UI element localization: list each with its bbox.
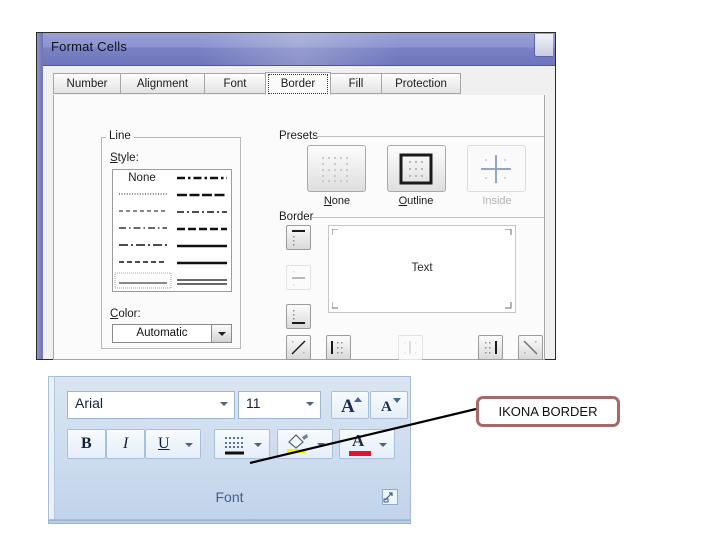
color-label: Color: — [110, 308, 141, 320]
border-left-button[interactable] — [326, 335, 351, 360]
tab-font[interactable]: Font — [204, 73, 266, 94]
close-icon[interactable] — [534, 34, 553, 57]
preview-corner-bl-icon — [332, 302, 338, 309]
chevron-down-icon[interactable] — [254, 443, 262, 447]
border-diagonal-down-icon — [523, 340, 538, 355]
border-right-button[interactable] — [478, 335, 503, 360]
format-cells-dialog: Format Cells Number Alignment Font Border Fi… — [36, 32, 556, 360]
border-middle-vertical-icon — [404, 341, 417, 354]
preset-outline-label: Outline — [398, 195, 434, 207]
font-color-button[interactable]: A — [339, 429, 395, 459]
bold-icon: B — [81, 435, 92, 452]
border-bottom-icon — [292, 310, 305, 324]
border-left-icon — [331, 341, 343, 354]
ribbon-bottom-rule — [48, 520, 411, 524]
border-preview[interactable]: Text — [328, 225, 516, 313]
borders-button[interactable] — [214, 429, 270, 459]
preset-none-label: None — [323, 195, 351, 207]
shrink-font-button[interactable]: A — [370, 391, 408, 419]
chevron-down-icon[interactable] — [211, 325, 231, 342]
chevron-down-icon[interactable] — [220, 402, 228, 406]
border-divider — [312, 217, 544, 218]
presets-divider — [316, 136, 544, 137]
underline-icon: U — [158, 435, 170, 452]
border-diagonal-up-button[interactable] — [286, 335, 311, 360]
chevron-down-icon[interactable] — [185, 443, 193, 447]
title-bar-sheen — [196, 33, 402, 65]
underline-button[interactable]: U — [145, 429, 201, 459]
chevron-down-icon[interactable] — [306, 402, 314, 406]
line-style-swatches — [114, 176, 227, 289]
chevron-down-icon[interactable] — [379, 443, 387, 447]
tab-protection[interactable]: Protection — [381, 73, 461, 94]
shrink-font-icon: A — [381, 399, 392, 415]
preset-outline-icon — [399, 153, 433, 185]
borders-icon — [225, 437, 244, 455]
tab-label: Border — [268, 74, 328, 94]
line-style-list[interactable]: None — [112, 169, 232, 292]
border-diagonal-up-icon — [291, 340, 306, 355]
preset-inside-label: Inside — [482, 195, 512, 207]
ribbon-group-label: Font — [215, 489, 244, 505]
fill-color-button[interactable] — [277, 429, 333, 459]
italic-icon: I — [123, 435, 129, 452]
annotation-callout: IKONA BORDER — [476, 396, 620, 427]
preview-corner-tr-icon — [505, 229, 512, 235]
preset-none-button[interactable] — [307, 145, 366, 192]
border-right-icon — [485, 341, 497, 354]
border-middle-vertical-button[interactable] — [398, 335, 423, 360]
font-ribbon-group: Arial 11 A A B I U A Font — [48, 376, 411, 520]
bold-button[interactable]: B — [67, 429, 106, 459]
fill-color-icon — [287, 434, 308, 453]
preset-inside-button[interactable] — [467, 145, 526, 192]
tab-fill[interactable]: Fill — [330, 73, 382, 94]
font-name-combo[interactable]: Arial — [67, 391, 235, 419]
tab-number[interactable]: Number — [53, 73, 121, 94]
font-name-value: Arial — [75, 395, 104, 411]
line-group-label: Line — [106, 130, 134, 142]
border-bottom-button[interactable] — [286, 304, 311, 329]
down-caret-icon — [393, 398, 401, 403]
dialog-title: Format Cells — [51, 39, 128, 54]
annotation-label: IKONA BORDER — [498, 404, 598, 419]
font-color-icon: A — [352, 431, 365, 450]
dialog-left-accent-strip — [37, 33, 43, 359]
font-size-value: 11 — [246, 395, 261, 411]
preset-outline-button[interactable] — [387, 145, 446, 192]
border-diagonal-down-button[interactable] — [518, 335, 543, 360]
preset-none-icon — [322, 157, 348, 182]
dialog-launcher-icon[interactable] — [382, 489, 398, 505]
tab-alignment[interactable]: Alignment — [120, 73, 205, 94]
line-color-combo[interactable]: Automatic — [112, 324, 232, 343]
border-tab-panel: Line Style: None Color: Automatic Preset… — [53, 95, 545, 360]
font-color-swatch — [349, 451, 371, 456]
border-top-icon — [292, 230, 305, 246]
border-middle-horizontal-button[interactable] — [286, 265, 311, 290]
border-preview-text: Text — [411, 262, 433, 274]
border-group-label: Border — [276, 211, 317, 223]
italic-button[interactable]: I — [106, 429, 145, 459]
line-color-value: Automatic — [136, 327, 188, 339]
font-size-combo[interactable]: 11 — [238, 391, 321, 419]
dialog-tab-strip: Number Alignment Font Border Fill Protection — [53, 72, 545, 96]
chevron-down-icon[interactable] — [317, 443, 325, 447]
style-label: Style: — [110, 152, 139, 164]
presets-group-label: Presets — [276, 130, 321, 142]
grow-font-button[interactable]: A — [331, 391, 369, 419]
tab-border[interactable]: Border — [265, 72, 331, 95]
up-caret-icon — [354, 397, 362, 402]
preview-corner-br-icon — [505, 302, 512, 309]
preview-corner-tl-icon — [332, 229, 338, 235]
border-top-button[interactable] — [286, 225, 311, 250]
border-middle-horizontal-icon — [292, 271, 305, 286]
preset-inside-icon — [481, 155, 511, 183]
dialog-title-bar[interactable]: Format Cells — [43, 33, 555, 66]
